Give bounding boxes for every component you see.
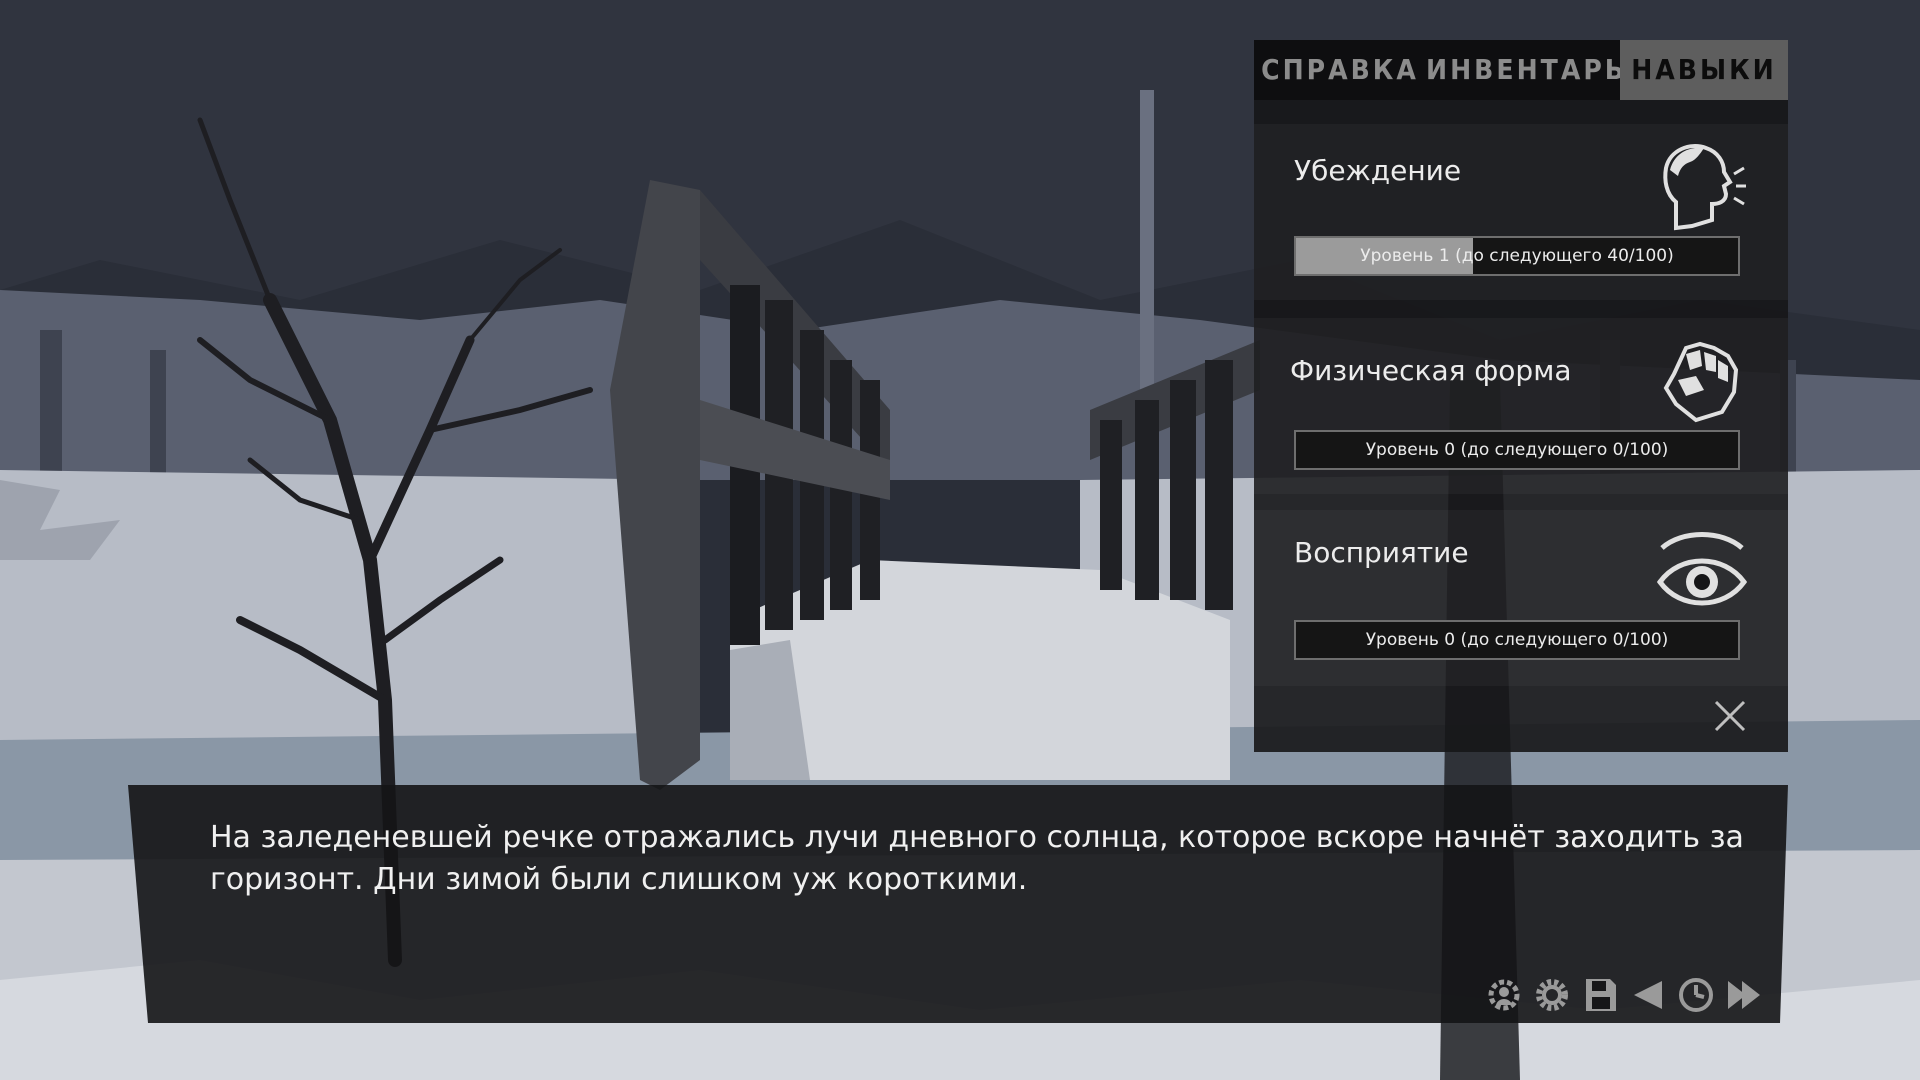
settings-icon[interactable] (1532, 975, 1572, 1015)
skill-name: Физическая форма (1290, 354, 1572, 387)
skill-physical-form: Физическая форма Уровень 0 (до следующег… (1254, 318, 1788, 494)
achievements-icon[interactable] (1484, 975, 1524, 1015)
tab-bar: СПРАВКА ИНВЕНТАРЬ НАВЫКИ (1254, 40, 1788, 100)
save-icon[interactable] (1580, 975, 1620, 1015)
dialogue-box[interactable]: На заледеневшей речке отражались лучи дн… (128, 785, 1788, 1023)
skip-icon[interactable] (1724, 975, 1764, 1015)
eye-icon (1656, 532, 1748, 606)
skill-level-text: Уровень 0 (до следующего 0/100) (1365, 630, 1669, 650)
history-icon[interactable] (1676, 975, 1716, 1015)
skill-progress-bar[interactable]: Уровень 0 (до следующего 0/100) (1294, 620, 1740, 660)
dialogue-text: На заледеневшей речке отражались лучи дн… (210, 820, 1744, 897)
tab-help[interactable]: СПРАВКА (1254, 40, 1426, 100)
skill-name: Убеждение (1294, 154, 1462, 187)
skills-panel: СПРАВКА ИНВЕНТАРЬ НАВЫКИ Убеждение Урове… (1254, 40, 1788, 752)
skill-perception: Восприятие Уровень 0 (до следующего 0/10… (1254, 510, 1788, 686)
skill-name: Восприятие (1294, 536, 1469, 569)
fist-icon (1663, 341, 1739, 423)
skill-level-text: Уровень 1 (до следующего 40/100) (1360, 246, 1674, 266)
skill-progress-bar[interactable]: Уровень 0 (до следующего 0/100) (1294, 430, 1740, 470)
skill-persuasion: Убеждение Уровень 1 (до следующего 40/10… (1254, 124, 1788, 300)
speaking-head-icon (1663, 144, 1746, 231)
skill-progress-bar[interactable]: Уровень 1 (до следующего 40/100) (1294, 236, 1740, 276)
tab-inventory[interactable]: ИНВЕНТАРЬ (1426, 40, 1624, 100)
close-icon[interactable] (1712, 698, 1748, 734)
tab-skills[interactable]: НАВЫКИ (1620, 40, 1788, 100)
back-icon[interactable] (1628, 975, 1668, 1015)
skill-level-text: Уровень 0 (до следующего 0/100) (1365, 440, 1669, 460)
